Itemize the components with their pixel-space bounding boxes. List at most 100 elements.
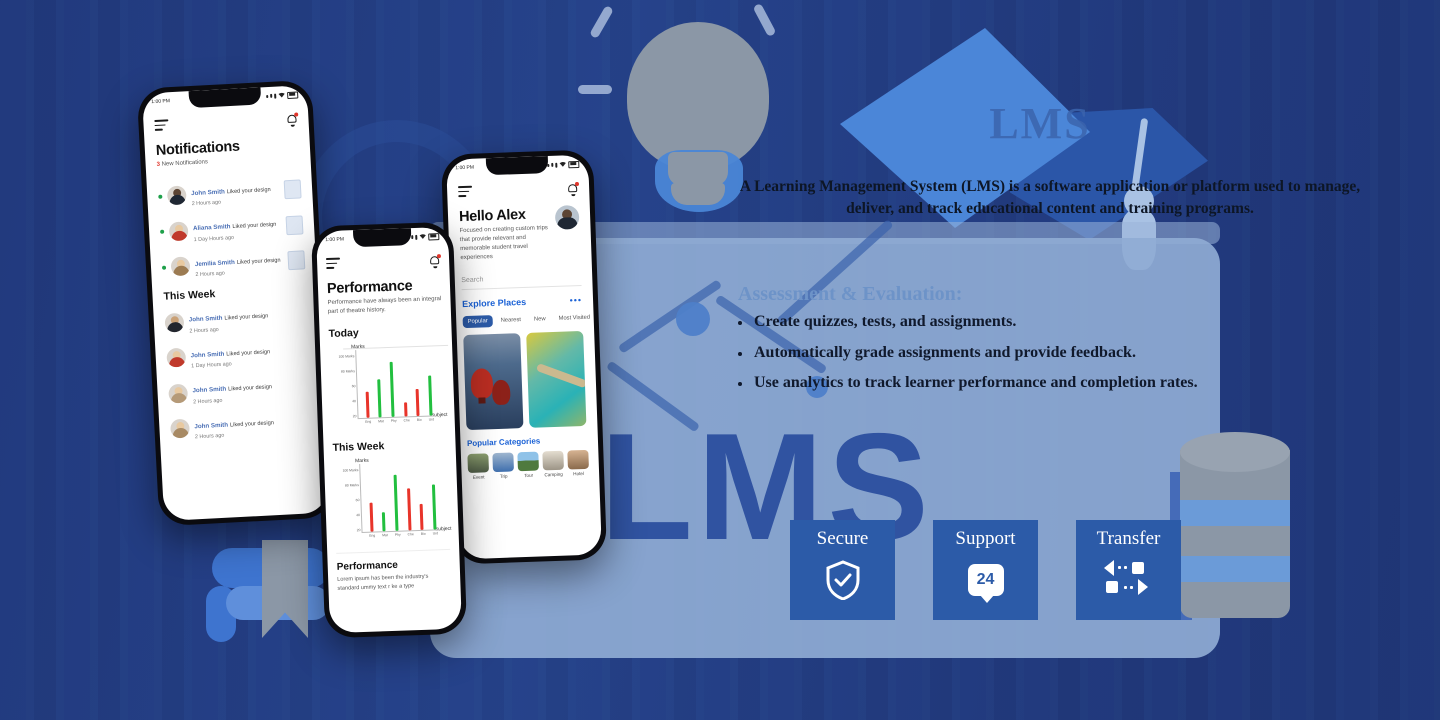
footer-title: Performance (336, 559, 399, 573)
more-options-icon[interactable]: ••• (569, 295, 582, 305)
bell-icon[interactable] (567, 181, 580, 195)
chart-this-week: Marks Subject 100 Marks 80 Marks 60 40 2… (333, 457, 451, 545)
category-label: Event (472, 474, 485, 480)
section-title: Assessment & Evaluation: (738, 283, 963, 305)
category-trip[interactable]: Trip (492, 452, 514, 479)
feature-card-label: Secure (816, 528, 869, 549)
category-camping[interactable]: Camping (542, 450, 564, 477)
notification-dot (294, 112, 299, 117)
status-icons (266, 90, 299, 100)
tab-popular[interactable]: Popular (462, 314, 493, 328)
chart-bar (393, 474, 399, 531)
chart-xtick: Bio (416, 417, 422, 422)
battery-icon (428, 232, 440, 241)
shield-check-icon (821, 557, 865, 603)
chart-xtick: Che (403, 418, 410, 423)
category-label: Hotel (573, 470, 585, 477)
avatar (168, 383, 189, 404)
list-item-time: 2 Hours ago (192, 397, 223, 406)
list-item-name: John Smith (192, 385, 227, 395)
page-title: Performance (326, 277, 413, 297)
menu-icon[interactable] (457, 185, 473, 200)
place-card-lake[interactable] (526, 330, 587, 428)
category-tour[interactable]: Tour (517, 451, 539, 478)
unread-dot (161, 265, 167, 270)
category-list: Event Trip Tour Camping Hotel (467, 449, 589, 480)
category-hotel[interactable]: Hotel (567, 449, 589, 477)
wifi-icon (419, 234, 426, 239)
list-item[interactable]: John Smith Liked your design 2 Hours ago (168, 373, 312, 406)
database-icon (1180, 450, 1290, 618)
feature-card-secure[interactable]: Secure (790, 520, 895, 620)
unread-dot (160, 229, 165, 234)
feature-card-transfer[interactable]: Transfer (1076, 520, 1181, 620)
category-label: Camping (544, 471, 563, 478)
unread-dot (158, 194, 163, 199)
chart-bar (382, 511, 387, 532)
list-item[interactable]: John Smith Liked your design 2 Hours ago (170, 409, 314, 442)
feature-card-support[interactable]: Support 24 (933, 520, 1038, 620)
tab-most-visited[interactable]: Most Visited (553, 311, 595, 324)
list-item[interactable]: John Smith Liked your design 1 Day Hours … (166, 338, 310, 371)
menu-icon[interactable] (154, 119, 169, 133)
notification-dot (436, 253, 442, 259)
thumbnail (287, 250, 306, 271)
data-transfer-icon (1103, 557, 1154, 599)
bullet-item: Use analytics to track learner performan… (736, 374, 1356, 392)
list-item[interactable]: Jemilia Smith Liked your design 2 Hours a… (161, 247, 306, 280)
category-event[interactable]: Event (467, 453, 489, 480)
categories-heading: Popular Categories (466, 436, 541, 448)
chart-bar (406, 487, 412, 531)
chart-xtick: Bio (420, 531, 426, 536)
thumbnail (283, 179, 302, 200)
lightbulb-icon (627, 22, 769, 170)
chart-bar (420, 503, 424, 530)
avatar (166, 347, 187, 368)
chart-xtick: Che (407, 531, 414, 537)
avatar (170, 256, 191, 277)
status-icons (547, 160, 580, 168)
lead-paragraph: A Learning Management System (LMS) is a … (739, 178, 1361, 218)
status-time: 1:00 PM (151, 98, 171, 106)
chart-bar (416, 388, 420, 416)
chat-24-icon: 24 (964, 557, 1008, 603)
bell-icon[interactable] (429, 253, 442, 267)
avatar[interactable] (554, 204, 580, 230)
place-card-list (463, 330, 587, 430)
category-thumbnail (567, 449, 589, 470)
search-input[interactable]: Search (461, 268, 582, 290)
list-item[interactable]: John Smith Liked your design 2 Hours ago (158, 176, 302, 209)
chart-bar (369, 502, 374, 532)
status-time: 1:00 PM (455, 164, 475, 172)
list-item-time: 2 Hours ago (189, 326, 219, 335)
list-item[interactable]: John Smith Liked your design 2 Hours ago (164, 303, 308, 336)
place-card-balloons[interactable] (463, 332, 524, 430)
performance-footer-card: Performance Lorem ipsum has been the ind… (336, 548, 452, 594)
phone-performance: 1:00 PM Performance Performance have alw… (310, 221, 468, 639)
bullet-item: Create quizzes, tests, and assignments. (736, 313, 1356, 331)
menu-icon[interactable] (325, 257, 341, 272)
list-item-action: Liked your design (236, 257, 281, 266)
avatar (168, 220, 189, 241)
phone-notch (485, 156, 549, 176)
bell-icon[interactable] (286, 112, 299, 126)
tab-new[interactable]: New (529, 313, 551, 326)
phone-explore: 1:00 PM Hello Alex Focused on creating c… (440, 149, 608, 565)
chart-bar (432, 484, 437, 530)
chart-heading-week: This Week (332, 439, 385, 454)
lightbulb-base (671, 183, 725, 205)
tab-nearest[interactable]: Nearest (495, 314, 526, 327)
greeting-title: Hello Alex (458, 206, 526, 225)
list-item-time: 1 Day Hours ago (191, 361, 232, 370)
thumbnail (285, 214, 304, 235)
chart-bars (363, 461, 441, 532)
feature-card-label: Support (955, 528, 1016, 549)
list-item[interactable]: Aliana Smith Liked your design 1 Day Hour… (160, 212, 304, 245)
list-item-action: Liked your design (229, 419, 275, 429)
slide-canvas: LMS LMS A Learning Management System (LM… (0, 0, 1440, 720)
database-band (1180, 556, 1290, 582)
chart-yticks: 100 Marks 80 Marks 60 40 20 (342, 467, 361, 532)
page-subtitle: Performance have always been an integral… (327, 295, 442, 315)
list-item-time: 1 Day Hours ago (193, 234, 235, 243)
bullet-item: Automatically grade assignments and prov… (736, 344, 1356, 362)
